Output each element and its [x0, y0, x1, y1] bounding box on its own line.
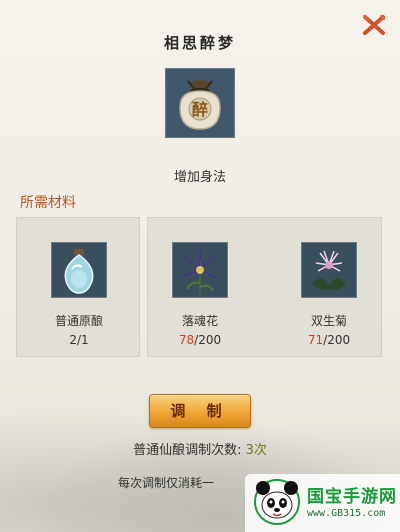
material-need: 1	[81, 333, 89, 347]
crystal-bottle-icon	[52, 243, 106, 297]
material-count: 78/200	[178, 333, 222, 347]
material-count: 71/200	[307, 333, 351, 347]
material-slot[interactable]	[172, 242, 228, 298]
purple-flower-icon	[173, 243, 227, 297]
material-item[interactable]: 普通原酿 2/1	[39, 242, 119, 347]
brew-count-label: 普通仙酿调制次数:	[133, 443, 242, 458]
materials-label: 所需材料	[20, 195, 76, 211]
brewing-panel: 相思醉梦 醉 增加身法 所需材料 普通原酿 2/1 落魂花 78/200 双生菊…	[0, 0, 400, 532]
materials-box-base: 普通原酿 2/1	[16, 217, 140, 357]
material-count: 2/1	[69, 333, 89, 347]
close-icon[interactable]	[361, 12, 387, 38]
material-have: 71	[307, 333, 324, 347]
main-item-slot[interactable]: 醉	[165, 68, 235, 138]
watermark-url: www.GB315.com	[307, 508, 386, 519]
material-name: 落魂花	[181, 314, 218, 328]
brew-count-line: 普通仙酿调制次数: 3次	[0, 439, 400, 458]
main-item-description: 增加身法	[173, 170, 226, 185]
chrysanthemum-icon	[302, 243, 356, 297]
wine-jar-icon: 醉	[166, 69, 234, 137]
material-name: 双生菊	[310, 314, 347, 328]
material-item[interactable]: 落魂花 78/200	[160, 242, 240, 347]
consume-text: 每次调制仅消耗一	[118, 476, 215, 490]
brew-count-value: 3次	[245, 443, 267, 458]
material-need: 200	[198, 333, 222, 347]
watermark-text: 国宝手游网	[307, 487, 397, 507]
panda-logo-icon	[254, 479, 300, 525]
craft-button[interactable]: 调 制	[149, 394, 251, 428]
svg-text:醉: 醉	[192, 100, 208, 119]
material-have: 78	[178, 333, 195, 347]
dialog-title: 相思醉梦	[163, 34, 236, 52]
materials-box-herbs: 落魂花 78/200 双生菊 71/200	[147, 217, 382, 357]
material-slot[interactable]	[51, 242, 107, 298]
material-name: 普通原酿	[54, 314, 103, 328]
material-slot[interactable]	[301, 242, 357, 298]
material-need: 200	[327, 333, 351, 347]
watermark: 国宝手游网 www.GB315.com	[245, 474, 400, 532]
material-have: 2	[69, 333, 77, 347]
material-item[interactable]: 双生菊 71/200	[289, 242, 369, 347]
